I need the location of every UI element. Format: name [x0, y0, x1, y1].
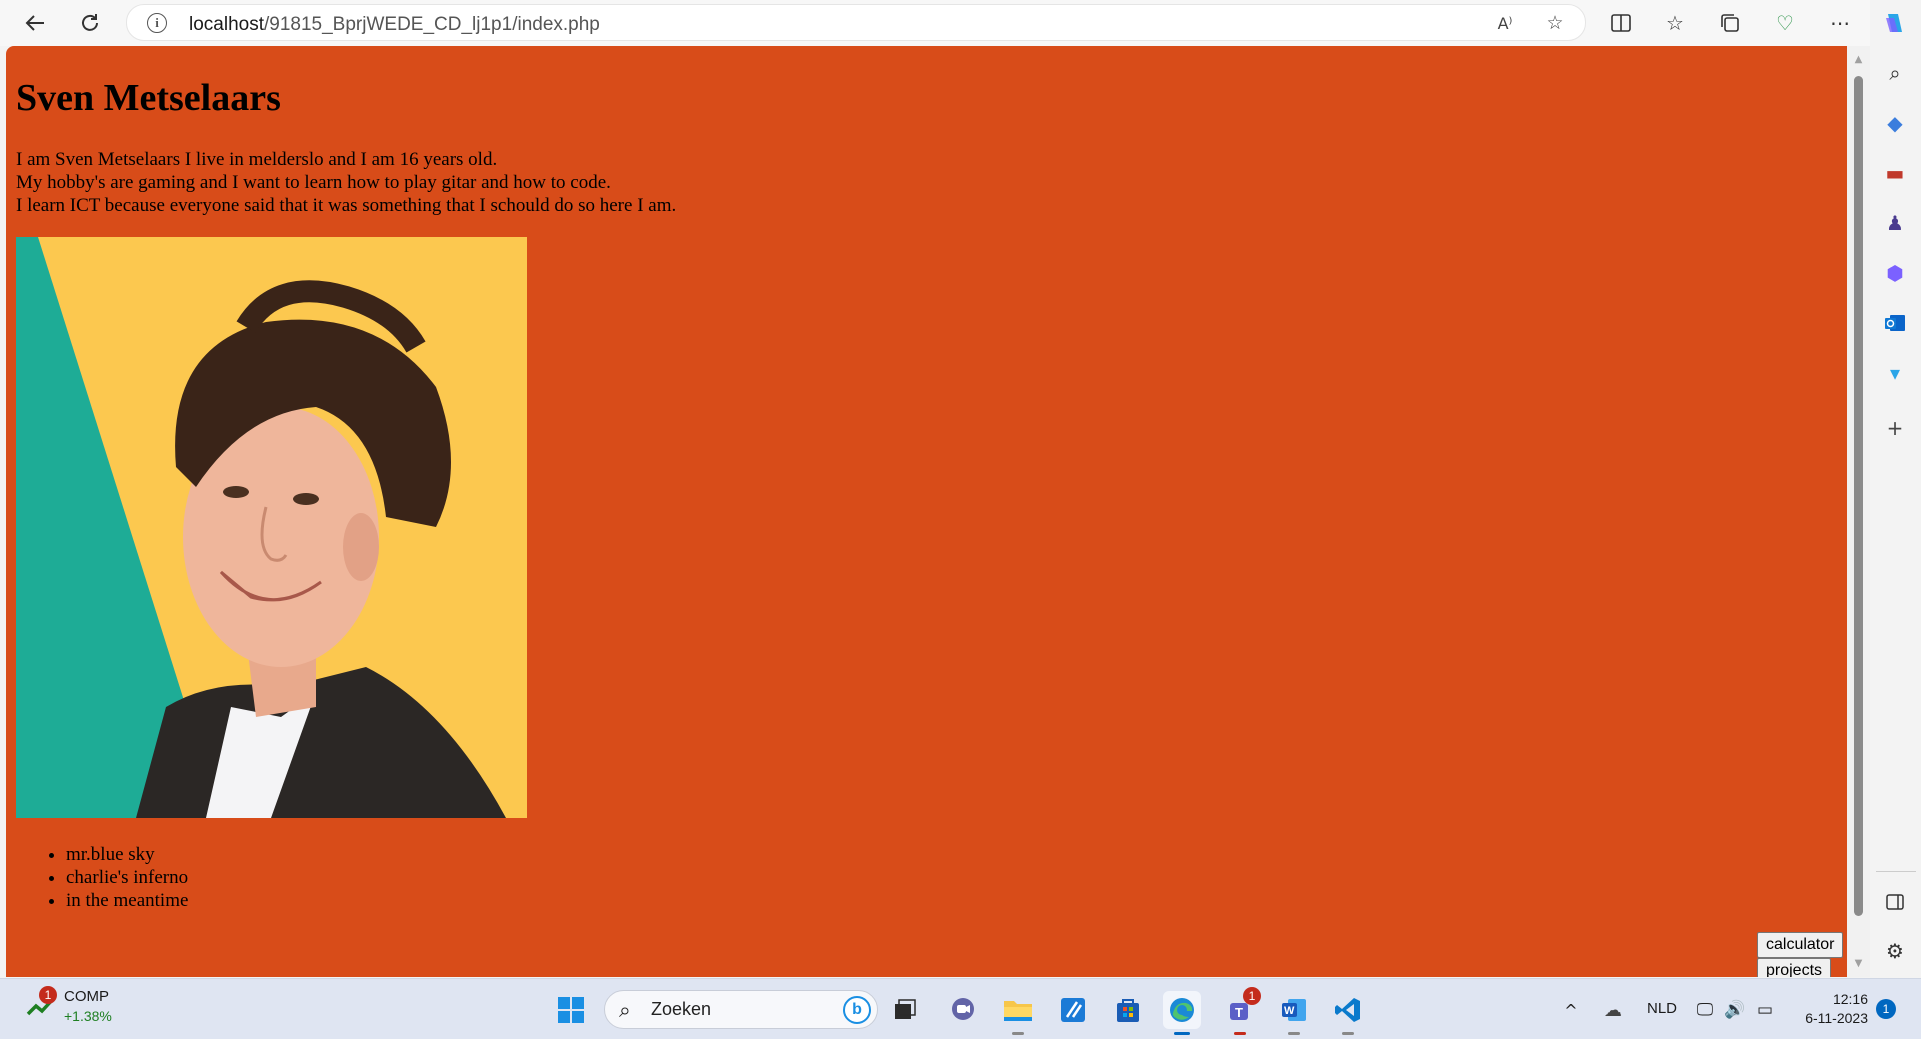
- url-host: localhost: [189, 14, 264, 35]
- clock-date: 6-11-2023: [1805, 1010, 1868, 1026]
- sidebar-divider: [1876, 871, 1916, 872]
- scroll-down-arrow-icon[interactable]: ▼: [1853, 958, 1864, 969]
- search-icon: ⌕: [619, 998, 631, 1022]
- games-icon[interactable]: ♟: [1880, 208, 1910, 238]
- page-title: Sven Metselaars: [16, 77, 281, 119]
- url-path: /91815_BprjWEDE_CD_lj1p1/index.php: [264, 14, 600, 35]
- search-icon[interactable]: ⌕: [1880, 58, 1910, 88]
- site-info-icon[interactable]: i: [147, 13, 167, 33]
- list-item: charlie's inferno: [66, 866, 188, 889]
- file-explorer-icon[interactable]: [999, 991, 1037, 1035]
- add-sidebar-app-icon[interactable]: +: [1880, 413, 1910, 443]
- store-icon[interactable]: [1109, 991, 1147, 1029]
- windows-taskbar: 1 COMP +1.38% ⌕ Zoeken b T 1 W ^ ☁ NLD 🖵…: [0, 978, 1921, 1039]
- edge-browser-icon[interactable]: [1163, 991, 1201, 1035]
- bio-text: I am Sven Metselaars I live in melderslo…: [16, 148, 676, 217]
- clock[interactable]: 12:16 6-11-2023: [1796, 990, 1868, 1028]
- teams-badge: 1: [1243, 987, 1261, 1005]
- start-windows-icon[interactable]: [552, 991, 590, 1029]
- shopping-tag-icon[interactable]: ◆: [1880, 108, 1910, 138]
- split-screen-icon[interactable]: [1606, 8, 1636, 38]
- url-text[interactable]: localhost/91815_BprjWEDE_CD_lj1p1/index.…: [189, 14, 600, 36]
- song-list: mr.blue sky charlie's inferno in the mea…: [66, 843, 188, 912]
- bio-line: I am Sven Metselaars I live in melderslo…: [16, 149, 498, 170]
- hide-sidebar-icon[interactable]: [1880, 887, 1910, 917]
- drop-icon[interactable]: ▾: [1880, 358, 1910, 388]
- clock-time: 12:16: [1832, 991, 1868, 1007]
- stock-change: +1.38%: [64, 1008, 112, 1024]
- show-hidden-icons-icon[interactable]: ^: [1552, 991, 1590, 1029]
- text-editor-icon[interactable]: [1054, 991, 1092, 1029]
- favorites-icon[interactable]: ☆: [1660, 8, 1690, 38]
- copilot-icon[interactable]: [1880, 8, 1910, 38]
- more-options-icon[interactable]: ⋯: [1825, 8, 1855, 38]
- onedrive-status-icon[interactable]: ☁: [1594, 991, 1632, 1029]
- favorite-star-icon[interactable]: ☆: [1541, 9, 1569, 37]
- back-icon[interactable]: [20, 8, 50, 38]
- teams-icon[interactable]: T 1: [1221, 987, 1261, 1035]
- chat-icon[interactable]: [944, 991, 982, 1029]
- running-indicator: [1234, 1032, 1246, 1035]
- read-aloud-icon[interactable]: A⁾: [1491, 9, 1519, 37]
- battery-icon[interactable]: ▭: [1746, 991, 1784, 1029]
- page-scrollbar[interactable]: ▲ ▼: [1847, 46, 1870, 977]
- task-view-icon[interactable]: [886, 991, 924, 1029]
- language-indicator[interactable]: NLD: [1647, 1000, 1677, 1017]
- address-bar[interactable]: i localhost/91815_BprjWEDE_CD_lj1p1/inde…: [126, 4, 1586, 41]
- taskbar-search-input[interactable]: ⌕ Zoeken b: [604, 990, 878, 1029]
- profile-photo: [16, 237, 527, 818]
- stock-badge: 1: [39, 986, 57, 1004]
- browser-essentials-icon[interactable]: ♡: [1770, 8, 1800, 38]
- projects-button[interactable]: projects: [1757, 958, 1832, 977]
- stock-name: COMP: [64, 988, 109, 1005]
- edge-sidebar: ⌕ ◆ ▬ ♟ ⬢ ▾ + ⚙: [1870, 0, 1921, 978]
- bio-line: My hobby's are gaming and I want to lear…: [16, 172, 611, 193]
- bio-line: I learn ICT because everyone said that i…: [16, 195, 677, 216]
- refresh-icon[interactable]: [75, 8, 105, 38]
- microsoft-365-icon[interactable]: ⬢: [1880, 258, 1910, 288]
- outlook-icon[interactable]: [1880, 308, 1910, 338]
- running-indicator: [1342, 1032, 1354, 1035]
- search-placeholder: Zoeken: [651, 999, 712, 1019]
- list-item: mr.blue sky: [66, 843, 188, 866]
- svg-text:W: W: [1284, 1005, 1295, 1017]
- calculator-button[interactable]: calculator: [1757, 932, 1844, 958]
- active-indicator: [1174, 1032, 1190, 1035]
- browser-toolbar: i localhost/91815_BprjWEDE_CD_lj1p1/inde…: [0, 0, 1921, 46]
- settings-gear-icon[interactable]: ⚙: [1880, 936, 1910, 966]
- bing-icon[interactable]: b: [843, 996, 871, 1024]
- vscode-icon[interactable]: [1329, 991, 1367, 1035]
- scroll-thumb[interactable]: [1854, 76, 1863, 916]
- scroll-up-arrow-icon[interactable]: ▲: [1853, 54, 1864, 65]
- running-indicator: [1012, 1032, 1024, 1035]
- running-indicator: [1288, 1032, 1300, 1035]
- svg-text:T: T: [1235, 1005, 1243, 1020]
- page-viewport: Sven Metselaars I am Sven Metselaars I l…: [6, 46, 1847, 977]
- tools-icon[interactable]: ▬: [1880, 158, 1910, 188]
- list-item: in the meantime: [66, 889, 188, 912]
- word-icon[interactable]: W: [1275, 991, 1313, 1035]
- collections-icon[interactable]: [1715, 8, 1745, 38]
- notification-badge[interactable]: 1: [1876, 999, 1896, 1019]
